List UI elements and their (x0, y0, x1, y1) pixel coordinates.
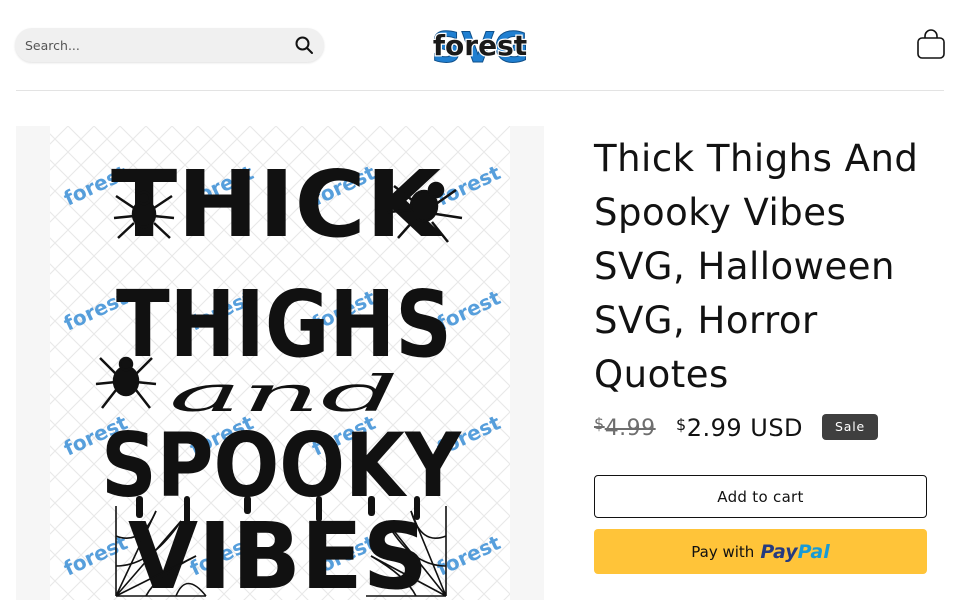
paypal-logo: PayPal (760, 540, 830, 563)
search-icon[interactable] (294, 35, 314, 55)
art-line-4: SPOOKY (101, 414, 462, 517)
paypal-prefix: Pay with (691, 542, 755, 561)
compare-at-price: $4.99 (594, 414, 656, 441)
product-image[interactable]: forest forest forest forest forest fores… (16, 126, 544, 600)
art-line-2: THIGHS (116, 271, 452, 378)
logo-text: forest (433, 29, 527, 62)
price-row: $4.99 $2.99 USD Sale (594, 414, 934, 448)
sale-price: $2.99 USD (676, 414, 804, 442)
search-input[interactable] (15, 28, 285, 62)
product-title: Thick Thighs And Spooky Vibes SVG, Hallo… (594, 137, 919, 396)
paypal-button[interactable]: Pay with PayPal (594, 529, 927, 574)
sale-badge: Sale (822, 414, 878, 440)
header-divider (16, 90, 944, 91)
search-bar[interactable] (15, 28, 324, 62)
add-to-cart-button[interactable]: Add to cart (594, 475, 927, 518)
art-line-5: VIBES (128, 503, 428, 600)
cart-icon[interactable] (915, 29, 947, 61)
product-artwork: forest forest forest forest forest fores… (50, 126, 510, 600)
store-logo[interactable]: SVG forest (430, 22, 530, 73)
